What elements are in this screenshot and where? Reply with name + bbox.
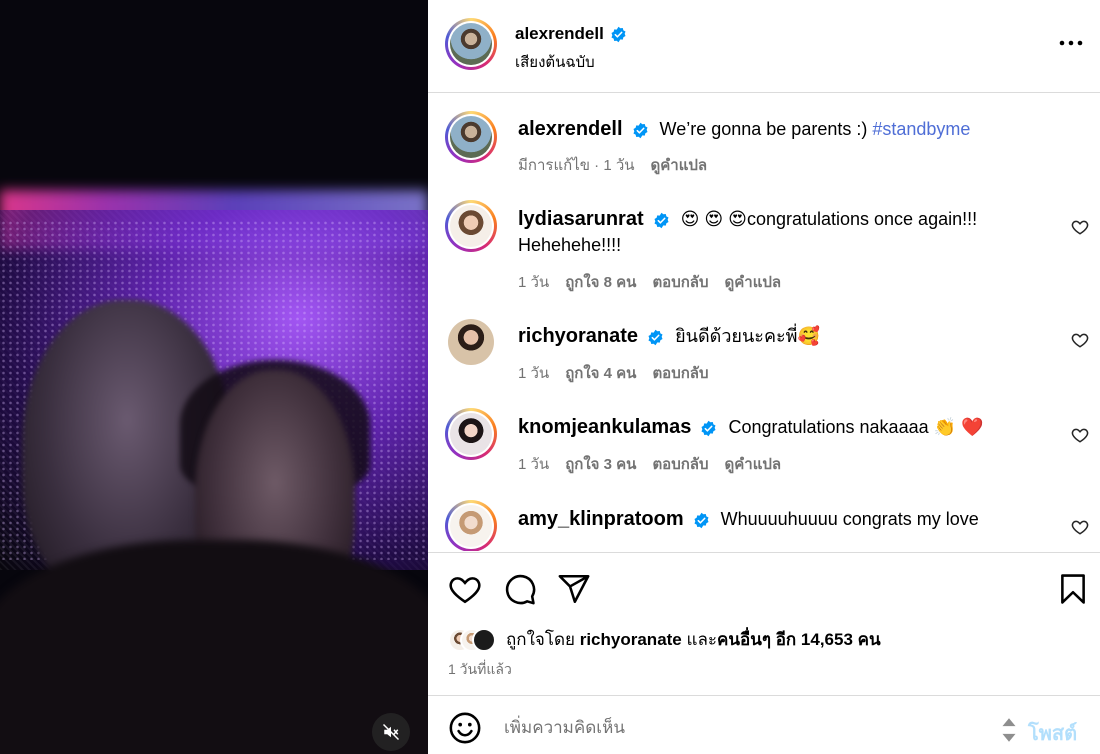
likes-summary[interactable]: ถูกใจโดย richyoranate และคนอื่นๆ อีก 14,… [448,626,881,653]
likes-others[interactable]: คนอื่นๆ อีก 14,653 คน [717,630,881,649]
post-header: alexrendell เสียงต้นฉบับ [428,0,1100,93]
commenter-avatar[interactable] [445,408,497,460]
liker-avatar [472,627,496,652]
post-comment-button[interactable]: โพสต์ [1028,717,1077,749]
verified-icon [654,212,669,229]
comment-username[interactable]: knomjeankulamas [518,416,691,438]
sort-icon[interactable] [1000,717,1018,743]
comment-time: 1 วัน [518,456,550,473]
caption-meta: มีการแก้ไข · 1 วัน ดูคำแปล [518,153,707,177]
commenter-avatar[interactable] [445,200,497,252]
heart-icon[interactable] [448,572,482,606]
comment-likes[interactable]: ถูกใจ 4 คน [565,361,636,385]
comment-meta: 1 วัน ถูกใจ 8 คน ตอบกลับ ดูคำแปล [518,270,781,294]
bookmark-icon[interactable] [1056,572,1090,606]
more-icon [1059,40,1083,46]
reply-button[interactable]: ตอบกลับ [652,452,708,476]
comment-item: knomjeankulamas Congratulations nakaaaa … [428,408,1100,488]
comment-meta: 1 วัน ถูกใจ 3 คน ตอบกลับ ดูคำแปล [518,452,781,476]
reply-button[interactable]: ตอบกลับ [652,270,708,294]
audio-label[interactable]: เสียงต้นฉบับ [515,50,595,74]
comment-emoji: 👏 ❤️ [933,417,984,437]
post-sidebar: alexrendell เสียงต้นฉบับ alexrendell We’… [428,0,1100,754]
heart-icon[interactable] [1071,331,1089,349]
author-username-text[interactable]: alexrendell [515,24,604,44]
posted-time[interactable]: 1 วันที่แล้ว [448,659,512,681]
comment-username[interactable]: richyoranate [518,325,638,347]
comment-text: ยินดีด้วยนะคะพี่ [675,326,798,346]
verified-icon [611,26,626,42]
post-actions: ถูกใจโดย richyoranate และคนอื่นๆ อีก 14,… [428,552,1100,696]
comment-emoji: 🥰 [797,326,820,346]
heart-icon[interactable] [1071,426,1089,444]
edited-label: มีการแก้ไข · 1 วัน [518,157,635,174]
comment-text: Whuuuuhuuuu congrats my love [720,509,979,529]
more-options-button[interactable] [1058,30,1084,56]
foreground-shoulders [0,540,428,754]
emoji-icon[interactable] [448,711,482,745]
verified-icon [701,420,716,437]
caption-username[interactable]: alexrendell [518,118,623,140]
translate-button[interactable]: ดูคำแปล [725,452,782,476]
comment-item: lydiasarunrat 😍 😍 😍congratulations once … [428,200,1100,300]
caption-hashtag[interactable]: #standbyme [872,119,970,139]
caption-translate[interactable]: ดูคำแปล [651,153,708,177]
likes-conj: และ [686,630,718,649]
verified-icon [633,122,648,139]
comment-likes[interactable]: ถูกใจ 3 คน [565,452,636,476]
liker-avatars [448,627,496,652]
likes-user[interactable]: richyoranate [580,630,682,649]
comment-composer: โพสต์ [428,697,1100,754]
heart-icon[interactable] [1071,218,1089,236]
comment-time: 1 วัน [518,274,550,291]
author-username[interactable]: alexrendell [515,24,627,44]
commenter-avatar[interactable] [448,319,494,365]
comment-username[interactable]: lydiasarunrat [518,208,644,230]
comment-username[interactable]: amy_klinpratoom [518,508,684,530]
comment-input[interactable] [504,715,984,741]
comment-likes[interactable]: ถูกใจ 8 คน [565,270,636,294]
caption-text: We’re gonna be parents :) [659,119,873,139]
translate-button[interactable]: ดูคำแปล [725,270,782,294]
comment-meta: 1 วัน ถูกใจ 4 คน ตอบกลับ [518,361,709,385]
verified-icon [694,512,709,529]
heart-icon[interactable] [1071,518,1089,536]
likes-prefix: ถูกใจโดย [506,630,575,649]
comment-time: 1 วัน [518,365,550,382]
commenter-avatar[interactable] [445,500,497,551]
verified-icon [648,329,663,346]
comment-item: richyoranate ยินดีด้วยนะคะพี่🥰 1 วัน ถูก… [428,317,1100,397]
mute-icon [382,723,400,741]
share-icon[interactable] [557,572,591,606]
author-avatar[interactable] [445,18,497,70]
reply-button[interactable]: ตอบกลับ [652,361,708,385]
comment-emoji: 😍 😍 😍 [680,209,747,229]
post-video[interactable] [0,0,428,754]
comments-list[interactable]: alexrendell We’re gonna be parents :) #s… [428,94,1100,551]
comment-item: amy_klinpratoom Whuuuuhuuuu congrats my … [428,500,1100,551]
mute-button[interactable] [372,713,410,751]
comment-icon[interactable] [503,572,537,606]
comment-text: Congratulations nakaaaa [728,417,934,437]
caption-avatar[interactable] [445,111,497,163]
caption: alexrendell We’re gonna be parents :) #s… [428,111,1100,191]
